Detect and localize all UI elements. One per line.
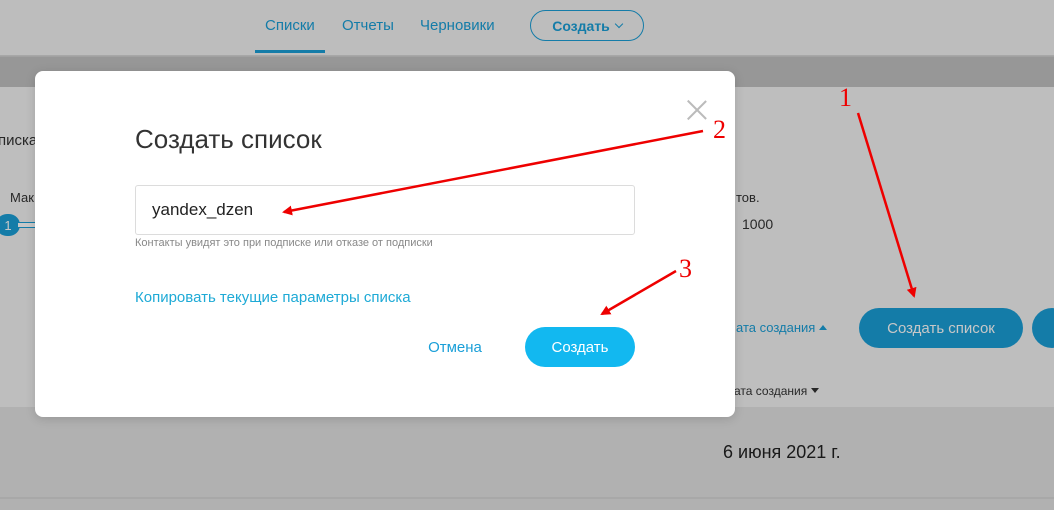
list-name-input[interactable] [135,185,635,235]
cancel-button[interactable]: Отмена [405,327,505,367]
create-button[interactable]: Создать [525,327,635,367]
input-hint: Контакты увидят это при подписке или отк… [135,237,433,249]
dialog-title: Создать список [135,124,322,154]
copy-list-settings-link[interactable]: Копировать текущие параметры списка [135,289,411,306]
create-list-dialog: Создать список Контакты увидят это при п… [35,71,735,417]
close-icon[interactable] [686,99,708,121]
